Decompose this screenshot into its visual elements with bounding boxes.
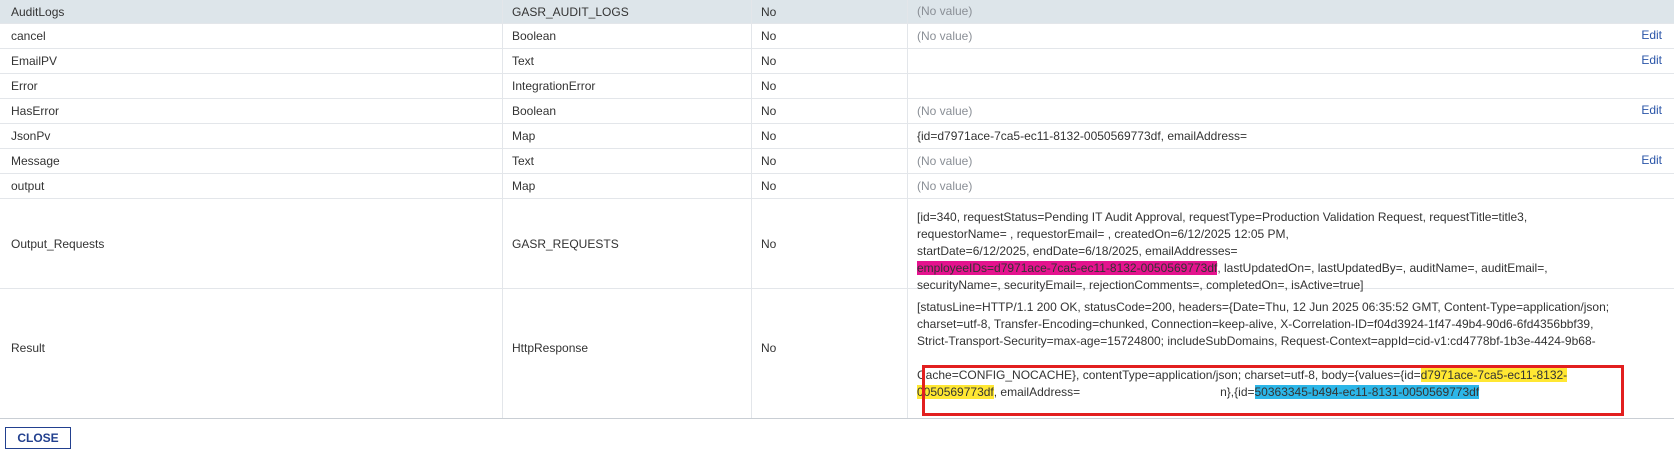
- var-value: [id=340, requestStatus=Pending IT Audit …: [917, 209, 1657, 294]
- var-type: GASR_AUDIT_LOGS: [512, 4, 629, 19]
- edit-link[interactable]: Edit: [1641, 153, 1662, 167]
- var-required: No: [761, 340, 777, 355]
- divider: [0, 418, 1674, 419]
- column-divider: [907, 0, 908, 418]
- var-value: (No value): [917, 104, 973, 118]
- var-name: JsonPv: [11, 129, 51, 143]
- value-line: requestorName= , requestorEmail= , creat…: [917, 227, 1289, 241]
- var-name: output: [11, 179, 45, 193]
- table-row: HasError Boolean No (No value) Edit: [0, 99, 1674, 124]
- var-required: No: [761, 179, 777, 193]
- var-name: AuditLogs: [11, 4, 65, 19]
- var-name: Error: [11, 79, 38, 93]
- table-row: Error IntegrationError No: [0, 74, 1674, 99]
- var-type: IntegrationError: [512, 79, 596, 93]
- value-line: [id=340, requestStatus=Pending IT Audit …: [917, 210, 1528, 224]
- value-line: [statusLine=HTTP/1.1 200 OK, statusCode=…: [917, 300, 1610, 314]
- value-fragment: , lastUpdatedOn=, lastUpdatedBy=, auditN…: [1217, 261, 1548, 275]
- table-row: output Map No (No value): [0, 174, 1674, 199]
- var-name: Result: [11, 340, 46, 355]
- var-value: (No value): [917, 179, 973, 193]
- annotation-box: [922, 365, 1624, 416]
- table-row: Output_Requests GASR_REQUESTS No [id=340…: [0, 199, 1674, 292]
- var-name: EmailPV: [11, 54, 58, 68]
- var-required: No: [761, 4, 777, 19]
- var-type: HttpResponse: [512, 340, 589, 355]
- var-required: No: [761, 79, 777, 93]
- value-line: Strict-Transport-Security=max-age=157248…: [917, 334, 1596, 348]
- variables-table: AuditLogs GASR_AUDIT_LOGS No (No value) …: [0, 0, 1674, 406]
- var-type: Text: [512, 54, 535, 68]
- var-required: No: [761, 154, 777, 168]
- highlight-pink: employeeIDs=d7971ace-7ca5-ec11-8132-0050…: [917, 261, 1218, 275]
- value-line: charset=utf-8, Transfer-Encoding=chunked…: [917, 317, 1594, 331]
- var-type: Map: [512, 179, 536, 193]
- table-row: EmailPV Text No Edit: [0, 49, 1674, 74]
- edit-link[interactable]: Edit: [1641, 53, 1662, 67]
- var-required: No: [761, 236, 777, 251]
- edit-link[interactable]: Edit: [1641, 103, 1662, 117]
- close-button[interactable]: CLOSE: [5, 427, 71, 449]
- var-name: HasError: [11, 104, 60, 118]
- var-type: GASR_REQUESTS: [512, 236, 619, 251]
- var-type: Boolean: [512, 29, 557, 43]
- var-name: Output_Requests: [11, 236, 105, 251]
- var-value: (No value): [917, 4, 973, 18]
- table-row: JsonPv Map No {id=d7971ace-7ca5-ec11-813…: [0, 124, 1674, 149]
- var-value: (No value): [917, 29, 973, 43]
- var-required: No: [761, 104, 777, 118]
- column-divider: [751, 0, 752, 418]
- edit-link[interactable]: Edit: [1641, 28, 1662, 42]
- table-row: AuditLogs GASR_AUDIT_LOGS No (No value): [0, 0, 1674, 24]
- var-name: cancel: [11, 29, 46, 43]
- var-type: Boolean: [512, 104, 557, 118]
- var-name: Message: [11, 154, 60, 168]
- value-line: startDate=6/12/2025, endDate=6/18/2025, …: [917, 244, 1238, 258]
- column-divider: [502, 0, 503, 418]
- var-required: No: [761, 29, 777, 43]
- value-line: employeeIDs=d7971ace-7ca5-ec11-8132-0050…: [917, 260, 1657, 277]
- var-required: No: [761, 129, 777, 143]
- var-type: Map: [512, 129, 536, 143]
- var-required: No: [761, 54, 777, 68]
- var-type: Text: [512, 154, 535, 168]
- var-value: (No value): [917, 154, 973, 168]
- var-value: {id=d7971ace-7ca5-ec11-8132-0050569773df…: [917, 129, 1248, 143]
- table-row: cancel Boolean No (No value) Edit: [0, 24, 1674, 49]
- table-row: Message Text No (No value) Edit: [0, 149, 1674, 174]
